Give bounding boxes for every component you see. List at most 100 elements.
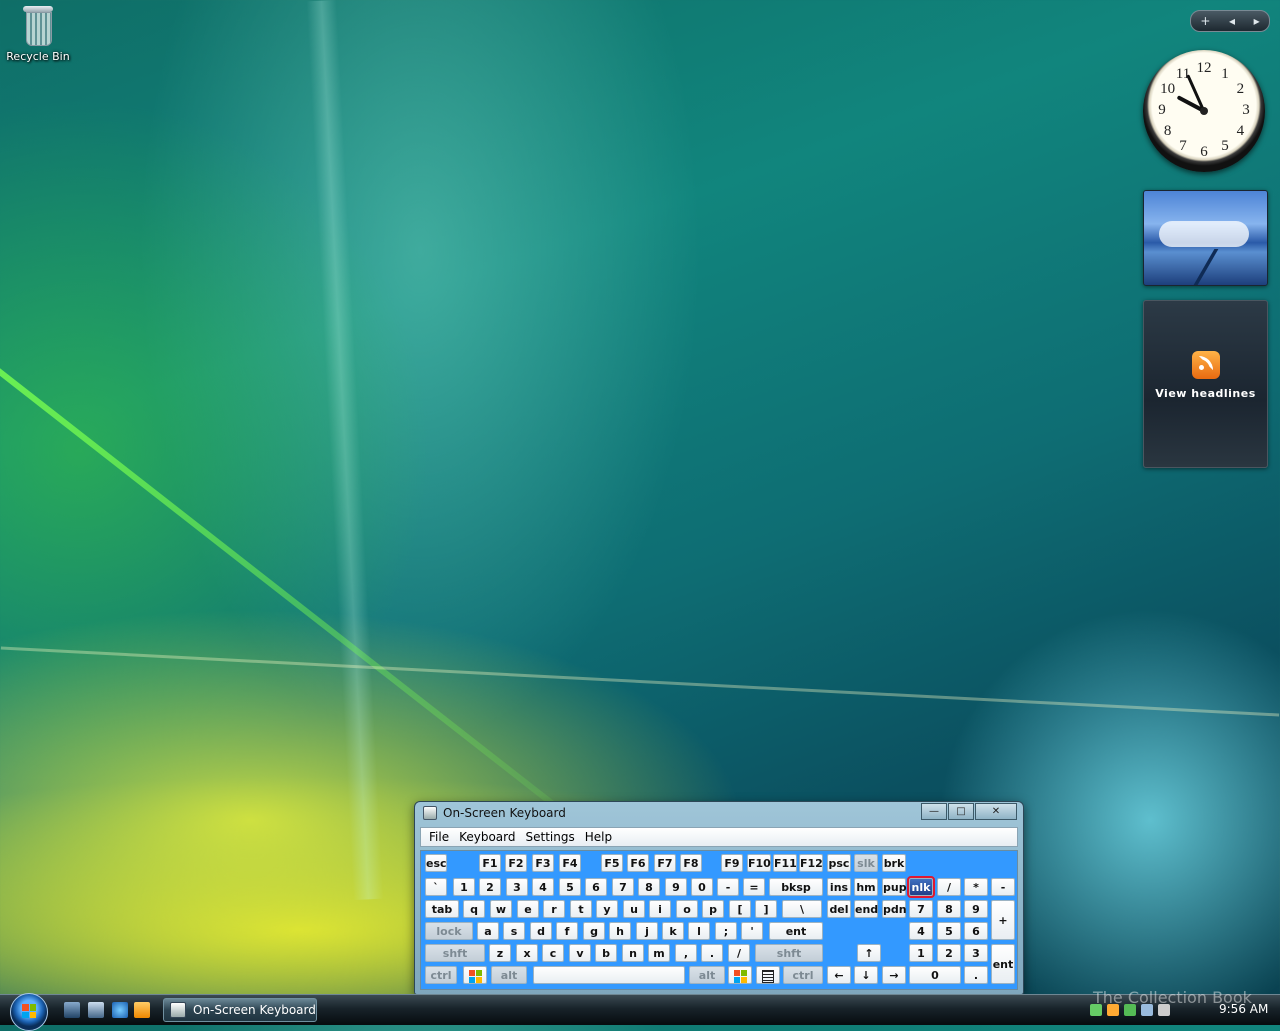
key-esc[interactable]: esc (425, 854, 447, 872)
key-F4[interactable]: F4 (559, 854, 581, 872)
key-F10[interactable]: F10 (747, 854, 771, 872)
key-brk[interactable]: brk (882, 854, 906, 872)
key-F7[interactable]: F7 (654, 854, 676, 872)
key-hm[interactable]: hm (854, 878, 878, 896)
media-player-icon[interactable] (134, 1002, 150, 1018)
show-desktop-icon[interactable] (64, 1002, 80, 1018)
key-x96[interactable]: ` (425, 878, 447, 896)
key-s[interactable]: s (503, 922, 525, 940)
key-9[interactable]: 9 (665, 878, 687, 896)
key-d[interactable]: d (530, 922, 552, 940)
key-i[interactable]: i (649, 900, 671, 918)
prev-gadget-button[interactable]: ◂ (1229, 14, 1235, 28)
clock-gadget[interactable]: 12 1 2 3 4 5 6 7 8 9 10 11 (1143, 50, 1265, 172)
key-x8594[interactable]: → (882, 966, 906, 984)
recycle-bin-shortcut[interactable]: Recycle Bin (6, 4, 70, 63)
key-a[interactable]: a (477, 922, 499, 940)
menu-keyboard[interactable]: Keyboard (459, 830, 515, 844)
key-7[interactable]: 7 (909, 900, 933, 918)
key-x8595[interactable]: ↓ (854, 966, 878, 984)
key-x39[interactable]: ' (741, 922, 763, 940)
key-F11[interactable]: F11 (773, 854, 797, 872)
key-h[interactable]: h (609, 922, 631, 940)
key-tab[interactable]: tab (425, 900, 459, 918)
key-g[interactable]: g (583, 922, 605, 940)
key-f[interactable]: f (556, 922, 578, 940)
key-ctrl[interactable]: ctrl (425, 966, 457, 984)
key-ctrl[interactable]: ctrl (783, 966, 823, 984)
key-x45[interactable]: - (717, 878, 739, 896)
key-F5[interactable]: F5 (601, 854, 623, 872)
key-x46[interactable]: . (701, 944, 723, 962)
key-F3[interactable]: F3 (532, 854, 554, 872)
key-6[interactable]: 6 (585, 878, 607, 896)
key-slk[interactable]: slk (854, 854, 878, 872)
view-headlines-link[interactable]: View headlines (1144, 387, 1267, 400)
key-shft[interactable]: shft (425, 944, 485, 962)
menu-help[interactable]: Help (585, 830, 612, 844)
key-4[interactable]: 4 (532, 878, 554, 896)
taskbar-item-on-screen-keyboard[interactable]: On-Screen Keyboard (163, 998, 317, 1022)
key-z[interactable]: z (489, 944, 511, 962)
key-7[interactable]: 7 (612, 878, 634, 896)
key-x43[interactable]: + (991, 900, 1015, 940)
key-F6[interactable]: F6 (627, 854, 649, 872)
key-ins[interactable]: ins (827, 878, 851, 896)
key-1[interactable]: 1 (909, 944, 933, 962)
key-x61[interactable]: = (743, 878, 765, 896)
key-F12[interactable]: F12 (799, 854, 823, 872)
key-w[interactable]: w (490, 900, 512, 918)
key-r[interactable]: r (543, 900, 565, 918)
key-bksp[interactable]: bksp (769, 878, 823, 896)
key-x[interactable]: x (516, 944, 538, 962)
key-space[interactable] (533, 966, 685, 984)
key-alt[interactable]: alt (491, 966, 527, 984)
key-5[interactable]: 5 (937, 922, 961, 940)
key-x8592[interactable]: ← (827, 966, 851, 984)
key-x91[interactable]: [ (729, 900, 751, 918)
key-x44[interactable]: , (675, 944, 697, 962)
menu-key-icon[interactable] (756, 966, 780, 984)
key-F8[interactable]: F8 (680, 854, 702, 872)
key-lock[interactable]: lock (425, 922, 473, 940)
key-F9[interactable]: F9 (721, 854, 743, 872)
key-pup[interactable]: pup (882, 878, 907, 896)
key-3[interactable]: 3 (506, 878, 528, 896)
key-9[interactable]: 9 (964, 900, 988, 918)
key-8[interactable]: 8 (638, 878, 660, 896)
key-x46[interactable]: . (964, 966, 988, 984)
key-v[interactable]: v (569, 944, 591, 962)
key-2[interactable]: 2 (479, 878, 501, 896)
minimize-button[interactable]: — (921, 803, 947, 820)
key-x93[interactable]: ] (755, 900, 777, 918)
menu-file[interactable]: File (429, 830, 449, 844)
key-m[interactable]: m (648, 944, 670, 962)
key-F1[interactable]: F1 (479, 854, 501, 872)
key-t[interactable]: t (570, 900, 592, 918)
key-end[interactable]: end (854, 900, 878, 918)
key-ent[interactable]: ent (769, 922, 823, 940)
add-gadget-button[interactable]: + (1200, 14, 1210, 28)
key-n[interactable]: n (622, 944, 644, 962)
menu-settings[interactable]: Settings (526, 830, 575, 844)
key-5[interactable]: 5 (559, 878, 581, 896)
windows-key-icon[interactable] (728, 966, 752, 984)
key-x47[interactable]: / (937, 878, 961, 896)
key-x45[interactable]: - (991, 878, 1015, 896)
key-0[interactable]: 0 (691, 878, 713, 896)
key-y[interactable]: y (596, 900, 618, 918)
maximize-button[interactable]: □ (948, 803, 974, 820)
key-x59[interactable]: ; (715, 922, 737, 940)
key-2[interactable]: 2 (937, 944, 961, 962)
key-shft[interactable]: shft (755, 944, 823, 962)
key-k[interactable]: k (662, 922, 684, 940)
feed-headlines-gadget[interactable]: View headlines (1143, 300, 1268, 468)
key-3[interactable]: 3 (964, 944, 988, 962)
key-6[interactable]: 6 (964, 922, 988, 940)
key-l[interactable]: l (688, 922, 710, 940)
key-x92[interactable]: \ (782, 900, 822, 918)
key-psc[interactable]: psc (827, 854, 851, 872)
key-pdn[interactable]: pdn (882, 900, 907, 918)
key-0[interactable]: 0 (909, 966, 961, 984)
windows-key-icon[interactable] (463, 966, 487, 984)
